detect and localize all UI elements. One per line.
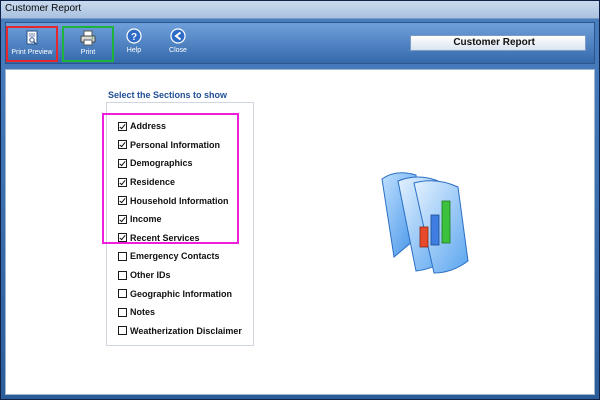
toolbar: Print Preview Print ? Help Close Custome…	[5, 22, 595, 64]
report-title-label: Customer Report	[410, 35, 586, 51]
report-chart-icon	[376, 165, 476, 275]
title-bar[interactable]: Customer Report	[1, 1, 599, 19]
selected-sections-highlight	[102, 113, 239, 244]
section-emergency-contacts[interactable]: Emergency Contacts	[118, 247, 242, 266]
close-button[interactable]: Close	[152, 26, 204, 62]
close-label: Close	[169, 47, 187, 54]
section-label: Weatherization Disclaimer	[130, 325, 242, 336]
section-label: Geographic Information	[130, 288, 233, 299]
sections-heading: Select the Sections to show	[108, 90, 228, 100]
help-icon: ?	[126, 28, 142, 44]
checkbox[interactable]	[118, 307, 127, 317]
printer-icon	[80, 30, 96, 46]
checkbox[interactable]	[118, 270, 127, 280]
print-preview-label: Print Preview	[11, 49, 53, 56]
section-geographic-information[interactable]: Geographic Information	[118, 284, 242, 303]
section-label: Other IDs	[130, 270, 171, 281]
print-label: Print	[80, 49, 96, 56]
checkbox[interactable]	[118, 251, 127, 261]
help-label: Help	[126, 47, 142, 54]
section-label: Notes	[130, 307, 156, 318]
report-window: Customer Report Print Preview Print ? He…	[0, 0, 600, 400]
window-title: Customer Report	[5, 3, 82, 14]
svg-text:?: ?	[131, 32, 137, 43]
section-notes[interactable]: Notes	[118, 303, 242, 322]
checkbox[interactable]	[118, 326, 127, 336]
back-arrow-icon	[170, 28, 186, 44]
section-other-ids[interactable]: Other IDs	[118, 266, 242, 285]
content-area: Select the Sections to show Address Pers…	[5, 69, 595, 395]
print-preview-button[interactable]: Print Preview	[6, 26, 58, 62]
print-button[interactable]: Print	[62, 26, 114, 62]
section-weatherization-disclaimer[interactable]: Weatherization Disclaimer	[118, 322, 242, 341]
checkbox[interactable]	[118, 289, 127, 299]
print-preview-icon	[24, 30, 40, 46]
section-label: Emergency Contacts	[130, 251, 220, 262]
